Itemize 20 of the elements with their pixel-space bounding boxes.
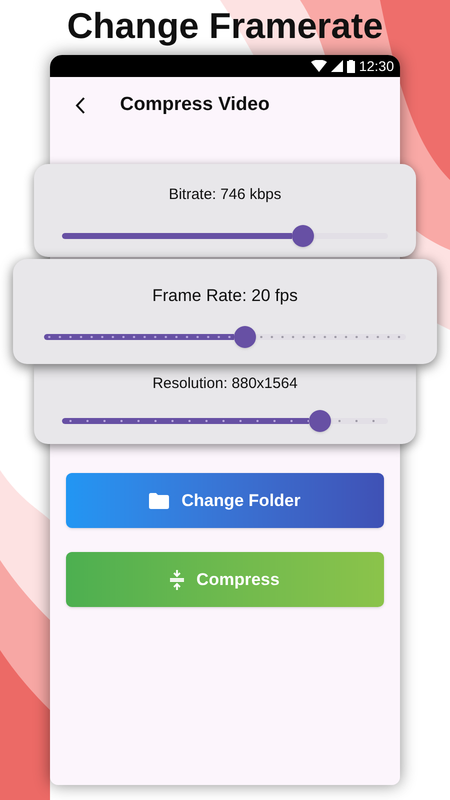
slider-label: Frame Rate: 20 fps <box>152 285 298 307</box>
slider-track <box>330 418 388 424</box>
slider-thumb[interactable] <box>308 410 331 432</box>
slider-thumb[interactable] <box>292 224 314 246</box>
folder-icon <box>149 492 170 508</box>
screen-title: Compress Video <box>120 92 270 117</box>
action-button[interactable]: Change Folder <box>66 473 384 528</box>
slider[interactable] <box>62 224 388 246</box>
slider-label: Bitrate: 746 kbps <box>168 185 282 205</box>
headline: Change Framerate <box>66 4 384 48</box>
slider-thumb[interactable] <box>234 326 256 348</box>
slider[interactable] <box>44 326 406 348</box>
signal-icon <box>330 60 343 72</box>
back-icon <box>75 96 85 114</box>
slider[interactable] <box>62 410 388 432</box>
slider-label: Resolution: 880x1564 <box>152 374 298 394</box>
compress-icon <box>170 570 184 590</box>
wifi-icon <box>310 60 327 72</box>
battery-icon <box>346 60 355 72</box>
clock: 12:30 <box>358 56 394 76</box>
